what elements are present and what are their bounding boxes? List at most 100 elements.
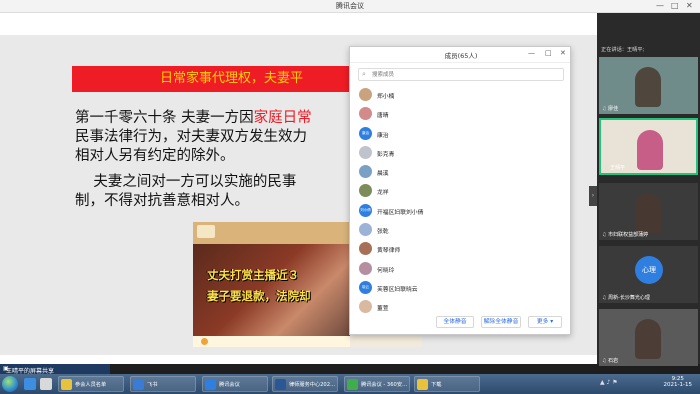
participant-name: ♫ 王晴平: [604, 165, 626, 171]
panel-maximize-button[interactable]: □: [545, 49, 552, 57]
ie-icon[interactable]: [24, 378, 36, 390]
members-title: 成员(65人): [444, 52, 478, 60]
person-silhouette: [635, 319, 661, 359]
collapse-tab[interactable]: ›: [589, 186, 597, 206]
app-icon: [275, 379, 286, 390]
slide-line-1: 第一千零六十条 夫妻一方因家庭日常: [75, 110, 312, 126]
more-button[interactable]: 更多 ▾: [528, 316, 562, 328]
screen-share-text: ▣ 王晴平的屏幕共享: [3, 365, 55, 375]
participant-tile[interactable]: ♫ 市妇联权益部蒲婷: [599, 183, 698, 240]
member-row[interactable]: 何晓玲: [350, 259, 572, 278]
member-row[interactable]: 晓云 芙蓉区妇联晓云: [350, 278, 572, 297]
close-button[interactable]: ✕: [686, 1, 693, 11]
embedded-video[interactable]: 丈夫打赏主播近３ 妻子要退款，法院却: [193, 222, 350, 347]
app-icon: [417, 379, 428, 390]
person-silhouette: [635, 193, 661, 233]
taskbar-item-label: 腾讯会议: [219, 382, 240, 388]
taskbar-item-label: 下载: [431, 382, 442, 388]
window-title: 腾讯会议: [336, 2, 364, 10]
panel-minimize-button[interactable]: —: [528, 49, 535, 57]
member-search-input[interactable]: [372, 70, 560, 80]
avatar: 晓云: [359, 280, 372, 294]
avatar-text: 康治: [362, 130, 369, 135]
start-button[interactable]: [2, 376, 18, 392]
taskbar-item-label: 律师服务中心202…: [289, 382, 336, 388]
participant-tile[interactable]: ♫ 王晴平: [599, 118, 698, 175]
person-silhouette: [635, 67, 661, 107]
participant-tile[interactable]: ♫ 石岩: [599, 309, 698, 366]
member-row[interactable]: 康治 康治: [350, 124, 572, 143]
screen-share-label: ▣ 王晴平的屏幕共享: [0, 364, 110, 375]
participant-name: ♫ 周新-长沙舞光心理: [602, 295, 650, 301]
channel-logo-icon: [197, 225, 215, 238]
participant-name: ♫ 廖佳: [602, 106, 619, 112]
slide-line-2: 民事法律行为，对夫妻双方发生效力: [75, 129, 307, 145]
member-row[interactable]: 黄琴律师: [350, 239, 572, 258]
participant-tile[interactable]: ♫ 廖佳: [599, 57, 698, 114]
members-panel: 成员(65人) — □ ✕ ⌕ 郑小楠唐晴康治 康治彭克青晨溪龙祥刘小倩 开福区妇联…: [349, 46, 571, 335]
avatar: [359, 223, 372, 237]
slide-line-4: 夫妻之间对一方可以实施的民事: [75, 174, 297, 190]
taskbar-item[interactable]: 参会人员名单: [58, 376, 124, 392]
taskbar-item-label: 参会人员名单: [75, 382, 107, 388]
member-name: 龙祥: [377, 190, 389, 197]
member-search[interactable]: ⌕: [358, 68, 564, 81]
avatar: [359, 88, 372, 101]
panel-close-button[interactable]: ✕: [560, 49, 566, 57]
avatar: [359, 145, 372, 159]
taskbar: 参会人员名单 飞书 腾讯会议 律师服务中心202… 腾讯会议 - 360安… 下载 ▲ ♪…: [0, 374, 700, 394]
avatar: 刘小倩: [359, 203, 372, 217]
avatar: 心理: [635, 256, 663, 284]
clock-date: 2021-1-15: [663, 382, 692, 388]
member-row[interactable]: 龙祥: [350, 181, 572, 200]
member-name: 唐晴: [377, 113, 389, 120]
video-progress-bar[interactable]: [193, 336, 350, 347]
member-name: 黄琴律师: [377, 248, 401, 255]
taskbar-item[interactable]: 腾讯会议 - 360安…: [344, 376, 410, 392]
avatar-text: 晓云: [362, 284, 369, 289]
taskbar-item-label: 腾讯会议 - 360安…: [361, 382, 408, 388]
member-name: 芙蓉区妇联晓云: [377, 286, 418, 293]
explorer-icon[interactable]: [40, 378, 52, 390]
member-name: 彭克青: [377, 151, 395, 158]
members-header: 成员(65人) — □ ✕: [350, 47, 570, 63]
slide-line-3: 相对人另有约定的除外。: [75, 148, 235, 164]
member-name: 张乾: [377, 229, 389, 236]
member-row[interactable]: 彭克青: [350, 143, 572, 162]
title-bar: 腾讯会议 — □ ✕: [0, 0, 700, 13]
play-icon[interactable]: [201, 338, 208, 345]
taskbar-item[interactable]: 律师服务中心202…: [272, 376, 338, 392]
member-name: 董萱: [377, 306, 389, 313]
unmute-all-button[interactable]: 解除全体静音: [481, 316, 521, 328]
taskbar-item[interactable]: 飞书: [130, 376, 196, 392]
video-caption-1: 丈夫打赏主播近３: [207, 268, 299, 282]
member-row[interactable]: 唐晴: [350, 104, 572, 123]
screen: 腾讯会议 — □ ✕ 日常家事代理权，夫妻平 第一千零六十条 夫妻一方因家庭日常…: [0, 0, 700, 394]
taskbar-item[interactable]: 腾讯会议: [202, 376, 268, 392]
member-name: 晨溪: [377, 171, 389, 178]
member-row[interactable]: 郑小楠: [350, 85, 572, 104]
search-icon: ⌕: [362, 70, 366, 78]
member-name: 开福区妇联刘小倩: [377, 209, 424, 216]
member-row[interactable]: 刘小倩 开福区妇联刘小倩: [350, 201, 572, 220]
clock[interactable]: 9:25 2021-1-15: [664, 376, 692, 388]
app-icon: [61, 379, 72, 390]
avatar: [359, 165, 372, 179]
mute-all-button[interactable]: 全体静音: [436, 316, 474, 328]
slide-banner-text: 日常家事代理权，夫妻平: [160, 71, 304, 86]
member-row[interactable]: 张乾: [350, 220, 572, 239]
video-caption-2: 妻子要退款，法院却: [207, 289, 311, 303]
video-panel: 正在讲话：王晴平; ♫ 廖佳 ♫ 王晴平 ♫ 市妇联权益部蒲婷 心理 ♫ 周新-长沙舞光…: [597, 13, 700, 366]
member-name: 郑小楠: [377, 94, 395, 100]
maximize-button[interactable]: □: [671, 1, 679, 11]
participant-tile[interactable]: 心理 ♫ 周新-长沙舞光心理: [599, 246, 698, 303]
members-footer: 全体静音 解除全体静音 更多 ▾: [350, 312, 572, 334]
member-row[interactable]: 晨溪: [350, 162, 572, 181]
app-icon: [347, 379, 358, 390]
minimize-button[interactable]: —: [656, 1, 664, 11]
taskbar-item[interactable]: 下载: [414, 376, 480, 392]
avatar: 康治: [359, 126, 372, 140]
avatar: [359, 184, 372, 198]
tray-icons[interactable]: ▲ ♪ ⚑: [600, 379, 618, 386]
member-name: 何晓玲: [377, 267, 395, 274]
